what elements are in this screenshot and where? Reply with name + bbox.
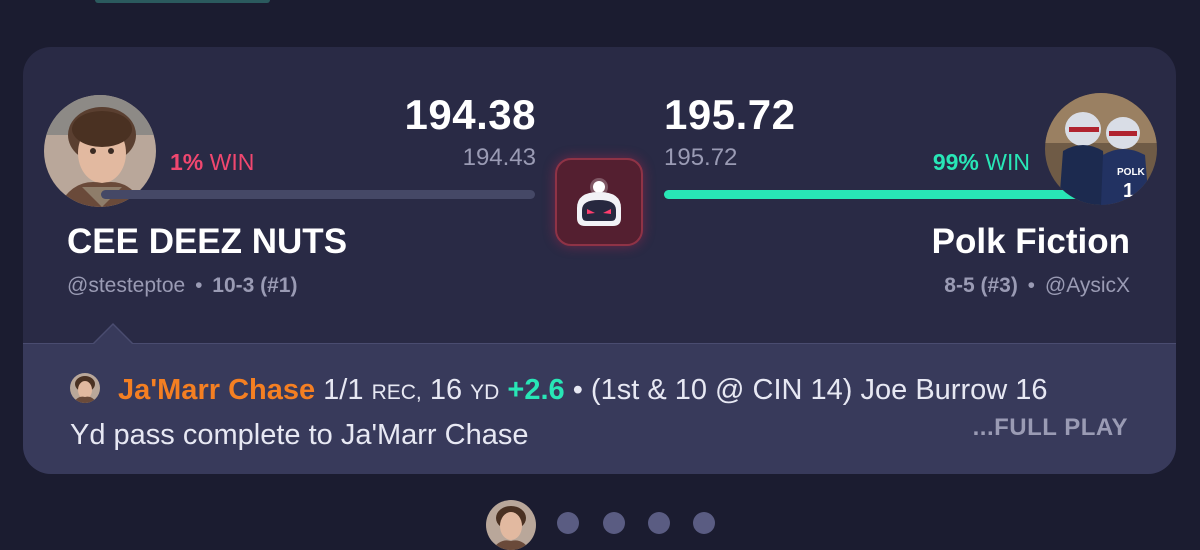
manager-photo-avatar-icon bbox=[486, 500, 536, 550]
home-team-meta: @stesteptoe • 10-3 (#1) bbox=[67, 274, 297, 298]
sleeper-logo[interactable] bbox=[555, 158, 643, 246]
away-handle[interactable]: @AysicX bbox=[1045, 274, 1130, 297]
sleeper-robot-logo-icon bbox=[577, 178, 621, 226]
page-dot-5[interactable] bbox=[693, 512, 715, 534]
away-win-label: WIN bbox=[985, 149, 1030, 175]
home-score: 194.38 bbox=[404, 91, 536, 138]
home-record: 10-3 (#1) bbox=[212, 274, 298, 297]
svg-text:1: 1 bbox=[1123, 180, 1134, 202]
stat-unit-yd: YD bbox=[470, 381, 500, 404]
away-avatar[interactable]: POLK 1 bbox=[1045, 93, 1157, 205]
home-win-probability: 1% WIN bbox=[170, 149, 254, 176]
play-separator: • bbox=[572, 374, 583, 406]
home-win-label: WIN bbox=[209, 149, 255, 175]
home-handle[interactable]: @stesteptoe bbox=[67, 274, 185, 297]
away-win-bar bbox=[664, 190, 1098, 199]
fantasy-points: +2.6 bbox=[507, 374, 565, 406]
page-dot-4[interactable] bbox=[648, 512, 670, 534]
stat-count: 1/1 bbox=[323, 374, 364, 406]
full-play-link[interactable]: ...FULL PLAY bbox=[973, 414, 1128, 442]
away-team-name[interactable]: Polk Fiction bbox=[932, 222, 1130, 262]
away-win-probability: 99% WIN bbox=[933, 149, 1030, 176]
matchup-card[interactable]: 194.38 194.43 1% WIN CEE DEEZ NUTS @stes… bbox=[23, 47, 1176, 474]
stat-yards: 16 bbox=[429, 374, 463, 406]
home-team-name[interactable]: CEE DEEZ NUTS bbox=[67, 222, 347, 262]
top-strip bbox=[95, 0, 270, 3]
play-description: Ja'Marr Chase 1/1 REC, 16 YD +2.6 • (1st… bbox=[70, 369, 1070, 456]
away-record: 8-5 (#3) bbox=[944, 274, 1018, 297]
player-avatar[interactable] bbox=[70, 373, 100, 403]
page-dot-3[interactable] bbox=[603, 512, 625, 534]
away-projected-score: 195.72 bbox=[664, 144, 738, 171]
stat-unit-rec: REC, bbox=[371, 381, 422, 404]
away-separator: • bbox=[1027, 274, 1036, 297]
away-score: 195.72 bbox=[664, 91, 796, 138]
page-indicator bbox=[0, 500, 1200, 550]
player-photo-avatar-icon bbox=[70, 373, 100, 403]
home-win-bar bbox=[101, 190, 535, 199]
away-win-pct: 99% bbox=[932, 149, 979, 175]
home-projected-score: 194.43 bbox=[462, 144, 536, 171]
away-team-meta: 8-5 (#3) • @AysicX bbox=[944, 274, 1130, 298]
pager-avatar[interactable] bbox=[486, 500, 536, 550]
svg-text:POLK: POLK bbox=[1117, 167, 1146, 178]
home-win-pct: 1% bbox=[170, 149, 204, 175]
football-players-photo-avatar-icon: POLK 1 bbox=[1045, 93, 1157, 205]
page-dot-2[interactable] bbox=[557, 512, 579, 534]
home-separator: • bbox=[195, 274, 203, 297]
player-name[interactable]: Ja'Marr Chase bbox=[118, 374, 315, 406]
panel-pointer-fill bbox=[93, 325, 133, 345]
